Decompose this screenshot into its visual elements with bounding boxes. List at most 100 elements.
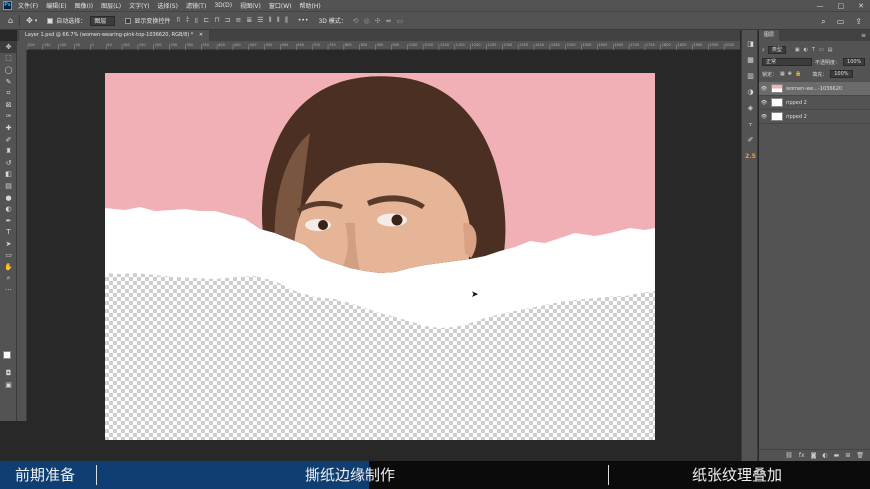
- panel-menu-icon[interactable]: ≡: [861, 30, 866, 41]
- screen-mode-icon[interactable]: ▣: [0, 379, 17, 391]
- zoom-tool[interactable]: ⌕: [0, 273, 17, 285]
- more-options-button[interactable]: •••: [298, 17, 309, 24]
- 3d-roll-icon[interactable]: ◎: [364, 17, 370, 25]
- type-tool[interactable]: T: [0, 227, 17, 239]
- menu-edit[interactable]: 编辑(E): [46, 1, 66, 10]
- dodge-tool[interactable]: ◐: [0, 203, 17, 215]
- marquee-tool[interactable]: ⬚: [0, 53, 17, 65]
- visibility-eye-icon[interactable]: 👁: [759, 100, 769, 106]
- new-layer-icon[interactable]: ⊞: [845, 452, 850, 459]
- minimize-button[interactable]: —: [817, 2, 824, 10]
- distribute-right-icon[interactable]: ⫼: [285, 16, 288, 25]
- crop-tool[interactable]: ⌗: [0, 87, 17, 99]
- visibility-eye-icon[interactable]: 👁: [759, 86, 769, 92]
- quick-mask-icon[interactable]: ◘: [0, 367, 17, 379]
- hand-tool[interactable]: ✋: [0, 261, 17, 273]
- eyedropper-tool[interactable]: ✑: [0, 111, 17, 123]
- lock-all-icon[interactable]: 🔒: [795, 71, 801, 77]
- badge-icon[interactable]: 2.5: [742, 148, 759, 164]
- type-filter-icon[interactable]: T: [812, 47, 815, 53]
- color-panel-icon[interactable]: ▦: [742, 52, 759, 68]
- maximize-button[interactable]: □: [838, 2, 845, 10]
- move-tool[interactable]: ✥: [0, 41, 17, 53]
- lock-position-icon[interactable]: ✥: [788, 71, 792, 77]
- align-bottom-icon[interactable]: ⫫: [194, 16, 198, 25]
- link-layers-icon[interactable]: ⛓: [785, 452, 793, 459]
- shape-filter-icon[interactable]: ▭: [819, 47, 824, 53]
- history-panel-icon[interactable]: ◨: [742, 36, 759, 52]
- menu-image[interactable]: 图像(I): [75, 1, 93, 10]
- move-tool-icon[interactable]: ✥: [26, 16, 33, 25]
- menu-select[interactable]: 选择(S): [157, 1, 178, 10]
- gradient-tool[interactable]: ▤: [0, 180, 17, 192]
- close-tab-icon[interactable]: ✕: [199, 32, 203, 38]
- swatches-panel-icon[interactable]: ▥: [742, 68, 759, 84]
- chevron-down-icon[interactable]: ▾: [35, 18, 38, 24]
- path-select-tool[interactable]: ➤: [0, 238, 17, 250]
- adjustments-panel-icon[interactable]: ◑: [742, 84, 759, 100]
- properties-panel-icon[interactable]: ⫟: [742, 116, 759, 132]
- pen-tool[interactable]: ✒: [0, 215, 17, 227]
- blur-tool[interactable]: ●: [0, 192, 17, 204]
- frame-tool[interactable]: ⊠: [0, 99, 17, 111]
- layer-row[interactable]: 👁 women-we...-1036620: [759, 82, 870, 96]
- menu-layer[interactable]: 图层(L): [101, 1, 121, 10]
- menu-3d[interactable]: 3D(D): [214, 2, 232, 9]
- history-brush-tool[interactable]: ↺: [0, 157, 17, 169]
- auto-select-checkbox[interactable]: [47, 17, 54, 24]
- close-button[interactable]: ✕: [858, 2, 864, 10]
- 3d-slide-icon[interactable]: ⬌: [386, 17, 392, 25]
- show-transform-checkbox[interactable]: [125, 17, 132, 24]
- more-tools-icon[interactable]: ···: [0, 284, 17, 296]
- adjustment-layer-icon[interactable]: ◐: [822, 452, 827, 459]
- auto-select-dropdown[interactable]: 图层: [90, 15, 116, 26]
- distribute-middle-icon[interactable]: ≣: [246, 16, 252, 25]
- lasso-tool[interactable]: ◯: [0, 64, 17, 76]
- distribute-left-icon[interactable]: ⦀: [269, 16, 272, 25]
- share-icon[interactable]: ⇪: [855, 17, 862, 26]
- kind-filter-dropdown[interactable]: 类型: [767, 46, 786, 54]
- align-right-icon[interactable]: ⊐: [225, 16, 231, 25]
- menu-type[interactable]: 文字(Y): [129, 1, 149, 10]
- quick-select-tool[interactable]: ✎: [0, 76, 17, 88]
- document-canvas[interactable]: ➤: [105, 73, 655, 440]
- brush-panel-icon[interactable]: ✐: [742, 132, 759, 148]
- opacity-input[interactable]: 100%: [843, 58, 866, 66]
- 3d-camera-icon[interactable]: ▭: [397, 17, 404, 25]
- layers-tab[interactable]: 图层: [759, 30, 780, 41]
- blend-mode-dropdown[interactable]: 正常: [762, 58, 812, 66]
- pixel-filter-icon[interactable]: ▣: [795, 47, 800, 53]
- smart-filter-icon[interactable]: ▤: [828, 47, 833, 53]
- layer-row[interactable]: 👁 ripped 2: [759, 110, 870, 124]
- distribute-bottom-icon[interactable]: ☰: [257, 16, 263, 25]
- menu-window[interactable]: 窗口(W): [269, 1, 292, 10]
- healing-brush-tool[interactable]: ✚: [0, 122, 17, 134]
- distribute-top-icon[interactable]: ≡: [236, 16, 242, 25]
- home-icon[interactable]: ⌂: [8, 16, 13, 25]
- delete-layer-icon[interactable]: 🗑: [856, 452, 864, 459]
- layer-row[interactable]: 👁 ripped 2: [759, 96, 870, 110]
- menu-help[interactable]: 帮助(H): [300, 1, 321, 10]
- align-top-icon[interactable]: ⫪: [176, 16, 180, 25]
- 3d-drag-icon[interactable]: ✣: [375, 17, 381, 25]
- align-left-icon[interactable]: ⊏: [203, 16, 209, 25]
- align-middle-icon[interactable]: ⫩: [185, 16, 189, 25]
- shape-tool[interactable]: ▭: [0, 250, 17, 262]
- workspace-icon[interactable]: ▭: [837, 17, 845, 26]
- foreground-color-swatch[interactable]: [3, 351, 11, 359]
- visibility-eye-icon[interactable]: 👁: [759, 114, 769, 120]
- libraries-panel-icon[interactable]: ◈: [742, 100, 759, 116]
- 3d-rotate-icon[interactable]: ⟲: [353, 17, 359, 25]
- clone-stamp-tool[interactable]: ♜: [0, 145, 17, 157]
- fill-input[interactable]: 100%: [830, 70, 853, 78]
- eraser-tool[interactable]: ◧: [0, 169, 17, 181]
- add-mask-icon[interactable]: ◙: [811, 452, 817, 459]
- distribute-center-icon[interactable]: ⫴: [277, 16, 280, 25]
- menu-file[interactable]: 文件(F): [18, 1, 38, 10]
- document-tab[interactable]: Layer 1.psd @ 66.7% (women-wearing-pink-…: [19, 30, 210, 41]
- menu-filter[interactable]: 滤镜(T): [186, 1, 206, 10]
- brush-tool[interactable]: ✐: [0, 134, 17, 146]
- align-center-icon[interactable]: ⊓: [214, 16, 219, 25]
- fx-icon[interactable]: fx: [799, 452, 805, 459]
- new-group-icon[interactable]: ▬: [834, 452, 840, 459]
